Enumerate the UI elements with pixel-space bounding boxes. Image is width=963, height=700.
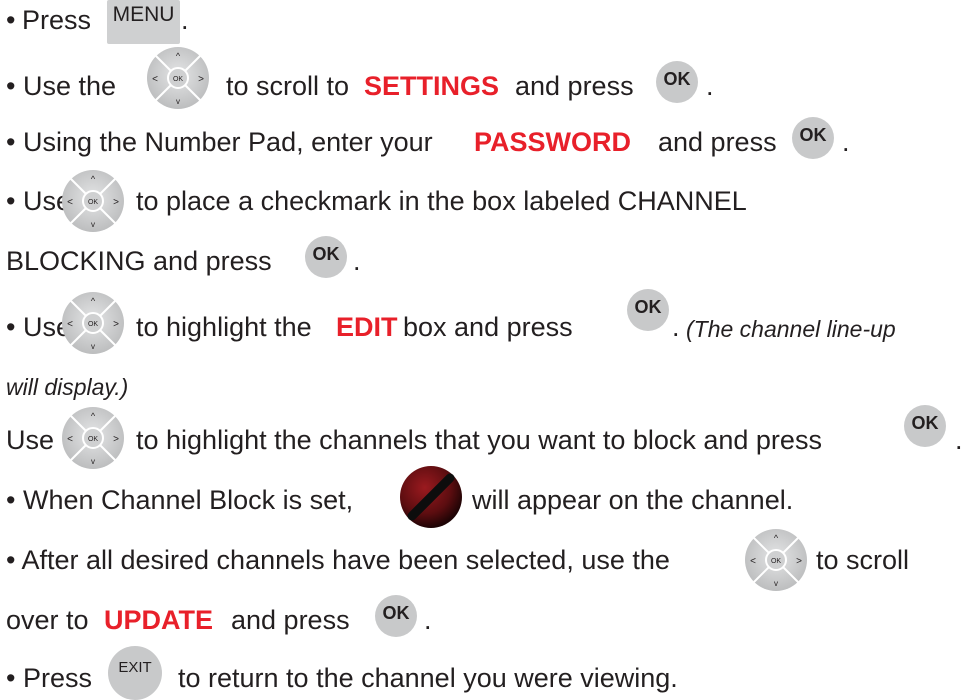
ok-button[interactable]: OK xyxy=(656,61,698,103)
step-text: • Press xyxy=(6,663,92,693)
nav-left-arrow: < xyxy=(67,434,73,445)
nav-ok-label: OK xyxy=(88,199,98,206)
step-text: will appear on the channel. xyxy=(472,485,794,515)
step-text: • Using the Number Pad, enter your xyxy=(6,127,433,157)
settings-keyword: SETTINGS xyxy=(364,71,500,101)
nav-down-arrow: v xyxy=(91,342,95,351)
directional-pad-graphic: OK^v< > xyxy=(745,529,807,591)
step-note: (The channel line-up xyxy=(686,316,896,342)
ok-button-label: OK xyxy=(634,297,662,317)
channel-block-icon xyxy=(400,466,462,528)
nav-ok-label: OK xyxy=(88,321,98,328)
step-text: . xyxy=(353,246,361,276)
ok-button[interactable]: OK xyxy=(305,236,347,278)
step-text: • Use the xyxy=(6,71,117,101)
step-text: . xyxy=(181,5,189,35)
directional-pad-graphic: OK^v< > xyxy=(62,407,124,469)
nav-right-arrow: > xyxy=(113,434,119,445)
step-text: . xyxy=(672,312,680,342)
step-text: over to xyxy=(6,605,89,635)
directional-pad-graphic: OK^v< > xyxy=(62,292,124,354)
exit-button[interactable]: EXIT xyxy=(108,646,162,700)
step-text: . xyxy=(842,127,850,157)
nav-right-arrow: > xyxy=(198,74,204,85)
step-text: and press xyxy=(515,71,634,101)
step-text: to return to the channel you were viewin… xyxy=(178,663,678,693)
nav-ok-label: OK xyxy=(88,436,98,443)
step-text: to scroll xyxy=(816,545,910,575)
menu-button[interactable]: MENU xyxy=(107,0,180,44)
step-text: and press xyxy=(658,127,777,157)
ok-button[interactable]: OK xyxy=(627,289,669,331)
ok-button[interactable]: OK xyxy=(904,405,946,447)
password-keyword: PASSWORD xyxy=(474,127,632,157)
step-text: . xyxy=(424,605,432,635)
nav-down-arrow: v xyxy=(774,579,778,588)
directional-pad-graphic: OK^v< > xyxy=(147,47,209,109)
nav-ok-label: OK xyxy=(173,76,183,83)
menu-button-label: MENU xyxy=(112,3,175,26)
step-text: • After all desired channels have been s… xyxy=(6,545,670,575)
step-text: to highlight the channels that you want … xyxy=(136,425,822,455)
update-keyword: UPDATE xyxy=(104,605,214,635)
nav-left-arrow: < xyxy=(750,556,756,567)
nav-down-arrow: v xyxy=(176,97,180,106)
step-text: box and press xyxy=(403,312,573,342)
step-text: . xyxy=(955,425,963,455)
step-text: . xyxy=(706,71,714,101)
nav-down-arrow: v xyxy=(91,457,95,466)
directional-pad-icon[interactable]: OK ^ v < > xyxy=(145,45,211,111)
ok-button-label: OK xyxy=(663,69,691,89)
step-text: • When Channel Block is set, xyxy=(6,485,354,515)
ok-button[interactable]: OK xyxy=(792,117,834,159)
ok-button[interactable]: OK xyxy=(375,595,417,637)
step-text: to highlight the xyxy=(136,312,312,342)
directional-pad-icon[interactable]: OK ^ v < > xyxy=(743,527,809,593)
nav-right-arrow: > xyxy=(796,556,802,567)
nav-right-arrow: > xyxy=(113,197,119,208)
step-text: BLOCKING and press xyxy=(6,246,272,276)
directional-pad-graphic: OK^v< > xyxy=(62,170,124,232)
step-text: to place a checkmark in the box labeled … xyxy=(136,186,747,216)
ok-button-label: OK xyxy=(799,125,827,145)
ok-button-label: OK xyxy=(312,244,340,264)
nav-left-arrow: < xyxy=(152,74,158,85)
step-text: Press xyxy=(22,5,92,35)
step-text: and press xyxy=(231,605,350,635)
step-text: • xyxy=(6,5,16,35)
step-text: to scroll to xyxy=(226,71,350,101)
step-note: will display.) xyxy=(6,374,129,400)
directional-pad-icon[interactable]: OK ^ v < > xyxy=(60,405,126,471)
directional-pad-icon[interactable]: OK ^ v < > xyxy=(60,168,126,234)
ok-button-label: OK xyxy=(911,413,939,433)
exit-button-label: EXIT xyxy=(118,659,152,676)
ok-button-label: OK xyxy=(382,603,410,623)
nav-right-arrow: > xyxy=(113,319,119,330)
nav-ok-label: OK xyxy=(771,558,781,565)
step-text: Use xyxy=(6,425,55,455)
nav-left-arrow: < xyxy=(67,197,73,208)
edit-keyword: EDIT xyxy=(336,312,398,342)
nav-left-arrow: < xyxy=(67,319,73,330)
directional-pad-icon[interactable]: OK ^ v < > xyxy=(60,290,126,356)
nav-down-arrow: v xyxy=(91,220,95,229)
